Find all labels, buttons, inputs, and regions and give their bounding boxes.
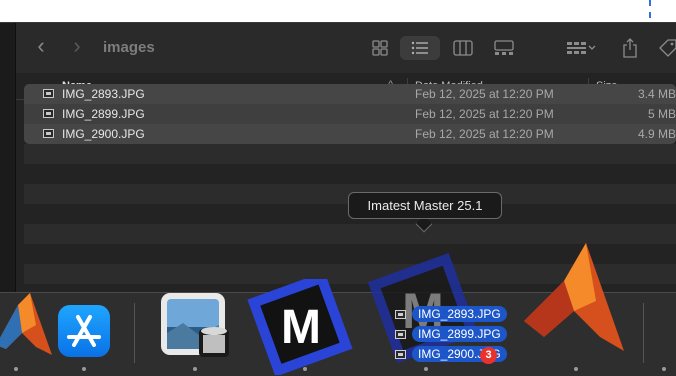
file-row[interactable]: IMG_2893.JPG Feb 12, 2025 at 12:20 PM 3.… xyxy=(24,84,676,104)
forward-button[interactable]: › xyxy=(66,35,88,59)
file-size: 4.9 MB xyxy=(637,127,676,141)
image-file-icon xyxy=(43,89,54,98)
matlab-icon[interactable] xyxy=(0,285,52,365)
image-file-icon xyxy=(43,109,54,118)
running-indicator xyxy=(193,367,197,371)
back-button[interactable]: ‹ xyxy=(30,35,52,59)
file-row[interactable]: IMG_2900.JPG Feb 12, 2025 at 12:20 PM 4.… xyxy=(24,124,676,144)
file-size: 5 MB xyxy=(647,107,676,121)
file-name: IMG_2893.JPG xyxy=(62,87,145,101)
icon-view-button[interactable] xyxy=(369,36,391,60)
image-file-icon xyxy=(43,129,54,138)
gallery-view-button[interactable] xyxy=(492,36,516,60)
sidebar xyxy=(0,23,16,293)
share-button[interactable] xyxy=(621,36,639,60)
app-store-icon[interactable] xyxy=(58,305,110,357)
column-view-button[interactable] xyxy=(452,36,474,60)
running-indicator xyxy=(303,367,307,371)
empty-row xyxy=(24,164,676,184)
dock-tooltip: Imatest Master 25.1 xyxy=(348,192,502,219)
grid-icon xyxy=(372,40,388,56)
running-indicator xyxy=(424,367,428,371)
file-name: IMG_2900.JPG xyxy=(62,127,145,141)
image-file-icon xyxy=(395,309,406,319)
file-row[interactable]: IMG_2899.JPG Feb 12, 2025 at 12:20 PM 5 … xyxy=(24,104,676,124)
dragged-file: IMG_2893.JPG xyxy=(395,306,507,322)
share-icon xyxy=(623,38,637,58)
dragged-file: IMG_2899.JPG xyxy=(395,326,507,342)
file-date: Feb 12, 2025 at 12:20 PM xyxy=(415,127,554,141)
app-store-glyph-icon xyxy=(67,315,101,347)
imatest-icon[interactable]: M xyxy=(246,279,356,375)
running-indicator xyxy=(662,367,666,371)
list-icon xyxy=(411,41,428,55)
empty-row xyxy=(24,144,676,164)
svg-text:M: M xyxy=(281,301,321,354)
file-date: Feb 12, 2025 at 12:20 PM xyxy=(415,107,554,121)
dragged-file-name: IMG_2899.JPG xyxy=(412,326,507,342)
dock-separator xyxy=(643,303,644,363)
matlab-icon[interactable] xyxy=(524,241,624,361)
file-name: IMG_2899.JPG xyxy=(62,107,145,121)
running-indicator xyxy=(82,367,86,371)
preview-icon[interactable] xyxy=(159,293,233,361)
toolbar: ‹ › images xyxy=(16,23,676,73)
gallery-icon xyxy=(494,40,514,55)
image-file-icon xyxy=(395,329,406,339)
file-size: 3.4 MB xyxy=(637,87,676,101)
dock: M M xyxy=(0,243,676,376)
tag-button[interactable] xyxy=(656,36,676,60)
window-title: images xyxy=(103,39,155,56)
running-indicator xyxy=(574,367,578,371)
columns-icon xyxy=(453,40,473,56)
background-window xyxy=(0,0,676,22)
list-view-button[interactable] xyxy=(400,36,440,60)
group-icon xyxy=(567,42,596,54)
group-by-button[interactable] xyxy=(563,36,599,60)
dragged-file-name: IMG_2893.JPG xyxy=(412,306,507,322)
drag-count-badge: 3 xyxy=(480,347,497,364)
dock-separator xyxy=(134,303,135,363)
window-edge-marker xyxy=(649,0,651,18)
running-indicator xyxy=(14,367,18,371)
file-date: Feb 12, 2025 at 12:20 PM xyxy=(415,87,554,101)
image-file-icon xyxy=(395,349,406,359)
tag-icon xyxy=(659,39,676,57)
